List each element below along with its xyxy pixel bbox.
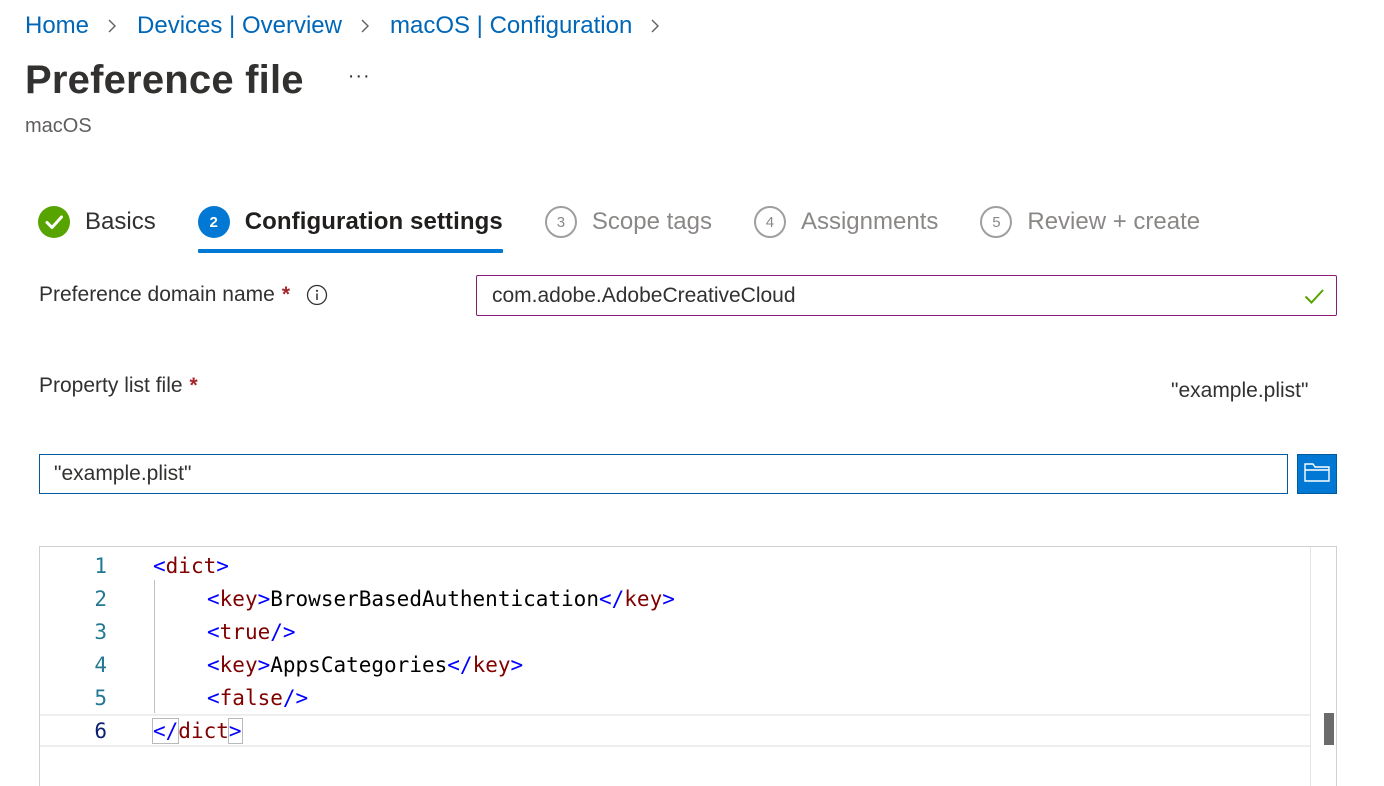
browse-file-button[interactable] (1297, 454, 1337, 494)
required-marker: * (189, 374, 198, 397)
step-scope-tags[interactable]: 3 Scope tags (544, 200, 712, 244)
page-title: Preference file (25, 58, 304, 102)
plist-code-editor[interactable]: 1 <dict> 2 <key>BrowserBasedAuthentication<… (39, 546, 1337, 786)
step-number-badge: 2 (197, 206, 230, 238)
step-label: Review + create (1027, 208, 1201, 235)
code-token: </ (151, 717, 180, 744)
page-subtitle: macOS (25, 115, 92, 137)
breadcrumb-devices-overview-link[interactable]: Devices | Overview (137, 12, 342, 40)
line-number: 5 (94, 685, 107, 710)
step-number-badge: 4 (753, 206, 786, 238)
checkmark-circle-icon (38, 206, 70, 238)
code-token: < (153, 553, 166, 578)
breadcrumb: Home Devices | Overview macOS | Configur… (25, 10, 680, 42)
line-number: 6 (94, 718, 107, 743)
line-number: 1 (94, 553, 107, 578)
folder-open-icon (1303, 461, 1331, 488)
line-code: <key>BrowserBasedAuthentication</key> (207, 587, 675, 611)
code-token: > (662, 586, 675, 611)
code-token: AppsCategories (270, 652, 448, 677)
line-code: <false/> (207, 686, 308, 710)
line-number: 4 (94, 652, 107, 677)
required-marker: * (281, 283, 290, 306)
line-code: <true/> (207, 620, 296, 644)
code-token: /> (282, 685, 309, 710)
info-icon[interactable] (306, 284, 328, 306)
line-number: 2 (94, 586, 107, 611)
code-token: BrowserBasedAuthentication (270, 586, 599, 611)
domain-name-label-text: Preference domain name (39, 283, 275, 306)
code-token: /> (270, 619, 296, 644)
property-list-file-hint: "example.plist" (1171, 379, 1309, 402)
code-line: 2 <key>BrowserBasedAuthentication</key> (40, 582, 1310, 615)
code-line: 5 <false/> (40, 681, 1310, 714)
code-token: dict (165, 553, 217, 578)
code-line: 6 </dict> (40, 714, 1310, 747)
domain-name-input[interactable] (477, 282, 1274, 309)
step-configuration-settings[interactable]: 2 Configuration settings (197, 200, 504, 253)
code-token: > (510, 652, 524, 677)
property-list-label-text: Property list file (39, 374, 183, 397)
chevron-right-icon (356, 17, 374, 35)
code-token: > (257, 652, 271, 677)
code-token: > (216, 553, 229, 578)
code-line: 3 <true/> (40, 615, 1310, 648)
code-token: true (219, 619, 271, 644)
breadcrumb-home-link[interactable]: Home (25, 12, 89, 40)
step-assignments[interactable]: 4 Assignments (753, 200, 939, 244)
domain-name-label: Preference domain name * (39, 283, 328, 307)
step-label: Basics (85, 208, 156, 235)
breadcrumb-macos-configuration-link[interactable]: macOS | Configuration (390, 12, 632, 40)
code-token: key (219, 652, 258, 677)
line-code: <key>AppsCategories</key> (207, 653, 523, 677)
code-token: </ (447, 652, 473, 677)
step-basics[interactable]: Basics (38, 200, 156, 244)
domain-name-input-wrapper (476, 275, 1337, 316)
code-token: > (257, 586, 271, 611)
property-list-file-input-wrapper (39, 454, 1288, 494)
checkmark-icon (1302, 284, 1326, 313)
step-number-badge: 5 (980, 206, 1013, 238)
chevron-right-icon (646, 17, 664, 35)
chevron-right-icon (103, 17, 121, 35)
property-list-label: Property list file * (39, 374, 198, 398)
code-line: 4 <key>AppsCategories</key> (40, 648, 1310, 681)
wizard-steps: Basics 2 Configuration settings 3 Scope … (38, 200, 1242, 256)
step-number-badge: 3 (544, 206, 577, 238)
code-token: > (227, 717, 243, 744)
code-token: key (624, 586, 663, 611)
code-token: key (219, 586, 258, 611)
step-review-create[interactable]: 5 Review + create (980, 200, 1200, 244)
code-token: < (207, 685, 220, 710)
page-header: Preference file ··· (25, 58, 371, 103)
line-code: <dict> (153, 554, 229, 578)
step-label: Assignments (800, 208, 939, 235)
line-number: 3 (94, 619, 107, 644)
scrollbar-thumb[interactable] (1324, 713, 1334, 745)
code-token: key (472, 652, 511, 677)
editor-scrollbar[interactable] (1310, 547, 1336, 786)
code-line: 1 <dict> (40, 549, 1310, 582)
step-label: Scope tags (591, 208, 712, 235)
line-code: </dict> (151, 717, 243, 744)
code-token: </ (598, 586, 625, 611)
code-token: dict (178, 718, 229, 743)
more-options-button[interactable]: ··· (348, 65, 371, 88)
code-token: < (207, 586, 220, 611)
step-label: Configuration settings (244, 208, 503, 235)
property-list-file-input[interactable] (40, 461, 1256, 487)
code-token: < (207, 652, 220, 677)
code-token: false (219, 685, 283, 710)
code-token: < (207, 619, 220, 644)
